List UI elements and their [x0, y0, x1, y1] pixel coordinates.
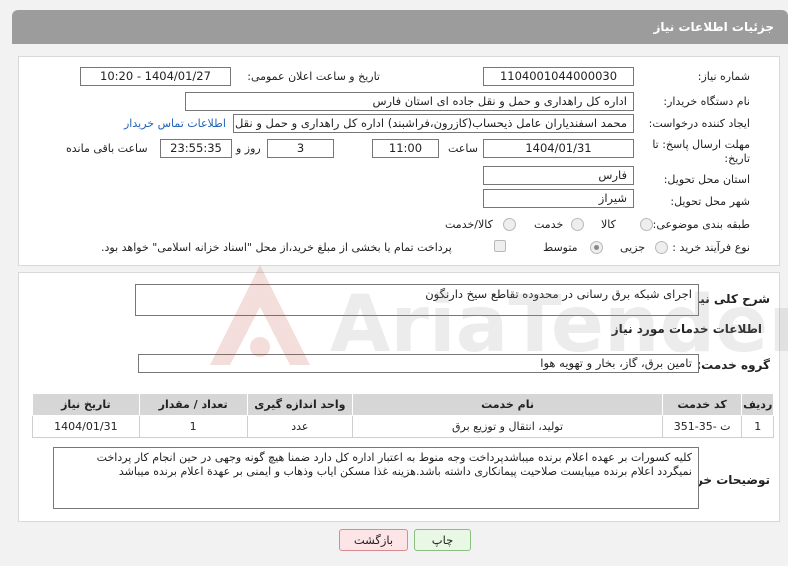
delivery-province-field[interactable]: فارس [483, 166, 634, 185]
table-header-row: ردیف کد خدمت نام خدمت واحد اندازه گیری ت… [32, 393, 774, 416]
table-row[interactable]: 1 ت -35-351 تولید، انتقال و توزیع برق عد… [32, 415, 774, 438]
col-row-header: ردیف [741, 393, 774, 416]
service-group-field[interactable]: تامین برق، گاز، بخار و تهویه هوا [138, 354, 699, 373]
need-info-panel [18, 56, 780, 266]
category-goods-label: کالا [601, 218, 616, 231]
creator-label: ایجاد کننده درخواست: [648, 117, 750, 130]
days-label: روز و [236, 142, 261, 155]
category-service-radio[interactable] [571, 218, 584, 231]
purchase-process-label: نوع فرآیند خرید : [672, 241, 750, 254]
col-name-header: نام خدمت [352, 393, 663, 416]
buyer-notes-field[interactable]: کلیه کسورات بر عهده اعلام برنده میباشدپر… [53, 447, 699, 509]
buyer-org-label: نام دستگاه خریدار: [663, 95, 750, 108]
remaining-time-label: ساعت باقی مانده [66, 142, 148, 155]
deadline-date-field[interactable]: 1404/01/31 [483, 139, 634, 158]
need-summary-field[interactable]: اجرای شبکه برق رسانی در محدوده تقاطع سیخ… [135, 284, 699, 316]
col-date-header: تاریخ نیاز [32, 393, 140, 416]
services-section-title: اطلاعات خدمات مورد نیاز [611, 322, 762, 336]
cell-name: تولید، انتقال و توزیع برق [352, 415, 663, 438]
cell-unit: عدد [246, 415, 354, 438]
days-remaining-field[interactable]: 3 [267, 139, 334, 158]
deadline-time-label: ساعت [448, 142, 478, 155]
services-table-wrap: ردیف کد خدمت نام خدمت واحد اندازه گیری ت… [32, 393, 774, 438]
services-table: ردیف کد خدمت نام خدمت واحد اندازه گیری ت… [32, 393, 774, 438]
service-group-label: گروه خدمت: [696, 358, 770, 372]
col-qty-header: تعداد / مقدار [138, 393, 248, 416]
category-goods-service-radio[interactable] [503, 218, 516, 231]
cell-date: 1404/01/31 [32, 415, 140, 438]
cell-code: ت -35-351 [661, 415, 743, 438]
treasury-payment-checkbox[interactable] [494, 240, 506, 252]
announce-date-label: تاریخ و ساعت اعلان عمومی: [247, 70, 380, 83]
process-medium-label: متوسط [543, 241, 578, 254]
cell-qty: 1 [138, 415, 248, 438]
delivery-city-label: شهر محل تحویل: [670, 195, 750, 208]
buyer-contact-link[interactable]: اطلاعات تماس خریدار [124, 117, 226, 130]
process-minor-radio[interactable] [655, 241, 668, 254]
creator-field[interactable]: محمد اسفندیاران عامل ذیحساب(کازرون،فراشب… [233, 114, 634, 133]
category-service-label: خدمت [534, 218, 564, 231]
cell-row: 1 [741, 415, 774, 438]
category-goods-radio[interactable] [640, 218, 653, 231]
print-button[interactable]: چاپ [414, 529, 471, 551]
delivery-city-field[interactable]: شیراز [483, 189, 634, 208]
col-code-header: کد خدمت [661, 393, 743, 416]
page-title: جزئیات اطلاعات نیاز [653, 20, 774, 34]
need-number-label: شماره نیاز: [697, 70, 750, 83]
deadline-label: مهلت ارسال پاسخ: تا [652, 138, 750, 151]
need-summary-text: اجرای شبکه برق رسانی در محدوده تقاطع سیخ… [425, 287, 692, 301]
buyer-org-field[interactable]: اداره کل راهداری و حمل و نقل جاده ای است… [185, 92, 634, 111]
category-goods-service-label: کالا/خدمت [445, 218, 493, 231]
process-medium-radio[interactable] [590, 241, 603, 254]
process-minor-label: جزیی [620, 241, 646, 254]
deadline-date-label: تاریخ: [724, 152, 750, 165]
buyer-notes-text: کلیه کسورات بر عهده اعلام برنده میباشدپر… [96, 451, 692, 478]
deadline-time-field[interactable]: 11:00 [372, 139, 439, 158]
delivery-province-label: استان محل تحویل: [663, 173, 750, 186]
announce-date-field[interactable]: 1404/01/27 - 10:20 [80, 67, 231, 86]
back-button[interactable]: بازگشت [339, 529, 408, 551]
col-unit-header: واحد اندازه گیری [246, 393, 354, 416]
page-header: جزئیات اطلاعات نیاز [12, 10, 788, 44]
category-label: طبقه بندی موضوعی: [652, 218, 750, 231]
remaining-time-field[interactable]: 23:55:35 [160, 139, 232, 158]
treasury-payment-note: پرداخت تمام یا بخشی از مبلغ خرید،از محل … [101, 241, 452, 254]
need-number-field[interactable]: 1104001044000030 [483, 67, 634, 86]
